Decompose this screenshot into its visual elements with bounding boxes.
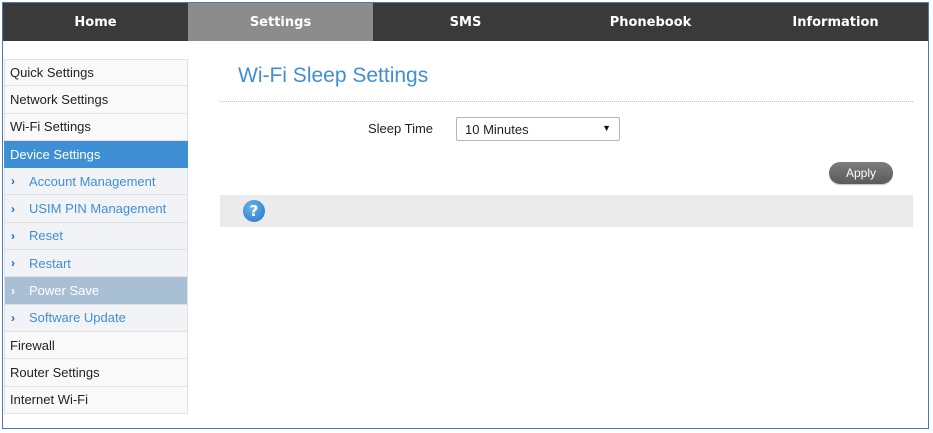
sidebar-subitem-usim-pin-management[interactable]: › USIM PIN Management [4,195,188,223]
sidebar-subitem-software-update[interactable]: › Software Update [4,304,188,332]
title-divider [220,101,913,102]
sleep-time-label: Sleep Time [368,121,434,136]
chevron-down-icon: ▼ [602,123,611,133]
top-nav: Home Settings SMS Phonebook Information [3,3,928,41]
sidebar-item-router-settings[interactable]: Router Settings [4,359,188,387]
sidebar-item-label: Software Update [29,310,126,326]
sleep-time-select[interactable]: 10 Minutes ▼ [456,117,620,141]
chevron-right-icon: › [11,256,15,271]
sidebar-item-firewall[interactable]: Firewall [4,331,188,360]
chevron-right-icon: › [11,201,15,216]
help-icon[interactable]: ? [243,200,265,222]
sidebar-subitem-account-management[interactable]: › Account Management [4,168,188,196]
sidebar-item-label: Power Save [29,283,100,299]
sidebar-subitem-power-save[interactable]: › Power Save [4,277,188,305]
chevron-right-icon: › [11,310,15,325]
sidebar-item-label: Internet Wi-Fi [10,392,89,408]
sidebar-item-label: Network Settings [10,91,109,107]
sidebar-item-wifi-settings[interactable]: Wi-Fi Settings [4,113,188,141]
sidebar-item-label: Account Management [29,173,156,189]
sidebar-item-label: Device Settings [10,146,101,162]
sleep-time-value: 10 Minutes [465,121,529,137]
sidebar-subitem-restart[interactable]: › Restart [4,250,188,278]
sidebar-item-label: Firewall [10,337,55,353]
sidebar-item-quick-settings[interactable]: Quick Settings [4,59,188,87]
page-title: Wi-Fi Sleep Settings [238,64,429,87]
nav-settings[interactable]: Settings [188,3,373,41]
sidebar-item-label: Reset [29,228,63,244]
apply-button[interactable]: Apply [829,162,893,184]
sidebar-item-label: Wi-Fi Settings [10,119,91,135]
sidebar-item-label: USIM PIN Management [29,201,167,217]
nav-sms[interactable]: SMS [373,3,558,41]
sidebar-item-device-settings[interactable]: Device Settings [4,140,188,169]
nav-phonebook[interactable]: Phonebook [558,3,743,41]
sidebar-subitem-reset[interactable]: › Reset [4,222,188,251]
sidebar-item-label: Restart [29,255,71,271]
chevron-right-icon: › [11,228,15,243]
chevron-right-icon: › [11,174,15,189]
sidebar-item-label: Quick Settings [10,65,94,81]
chevron-right-icon: › [11,283,15,298]
help-bar: ? [220,195,913,227]
sidebar-item-network-settings[interactable]: Network Settings [4,86,188,114]
nav-home[interactable]: Home [3,3,188,41]
sidebar: Quick Settings Network Settings Wi-Fi Se… [4,59,188,414]
sidebar-item-internet-wifi[interactable]: Internet Wi-Fi [4,386,188,414]
nav-information[interactable]: Information [743,3,928,41]
sidebar-item-label: Router Settings [10,364,100,380]
